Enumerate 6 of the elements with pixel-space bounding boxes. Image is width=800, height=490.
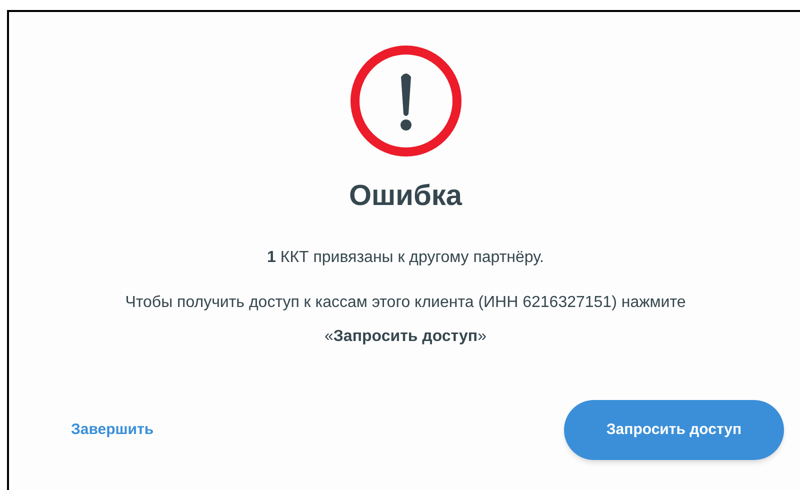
instruction-text: Чтобы получить доступ к кассам этого клиента (ИНН 6216327151) нажмите «Запросить доступ» [124, 293, 687, 347]
dialog-title: Ошибка [348, 182, 462, 211]
error-message: 1 ККТ привязаны к другому партнёру. [267, 248, 544, 268]
finish-link[interactable]: Завершить [71, 418, 154, 442]
exclamation-icon [348, 44, 462, 158]
request-access-button[interactable]: Запросить доступ [564, 400, 784, 460]
